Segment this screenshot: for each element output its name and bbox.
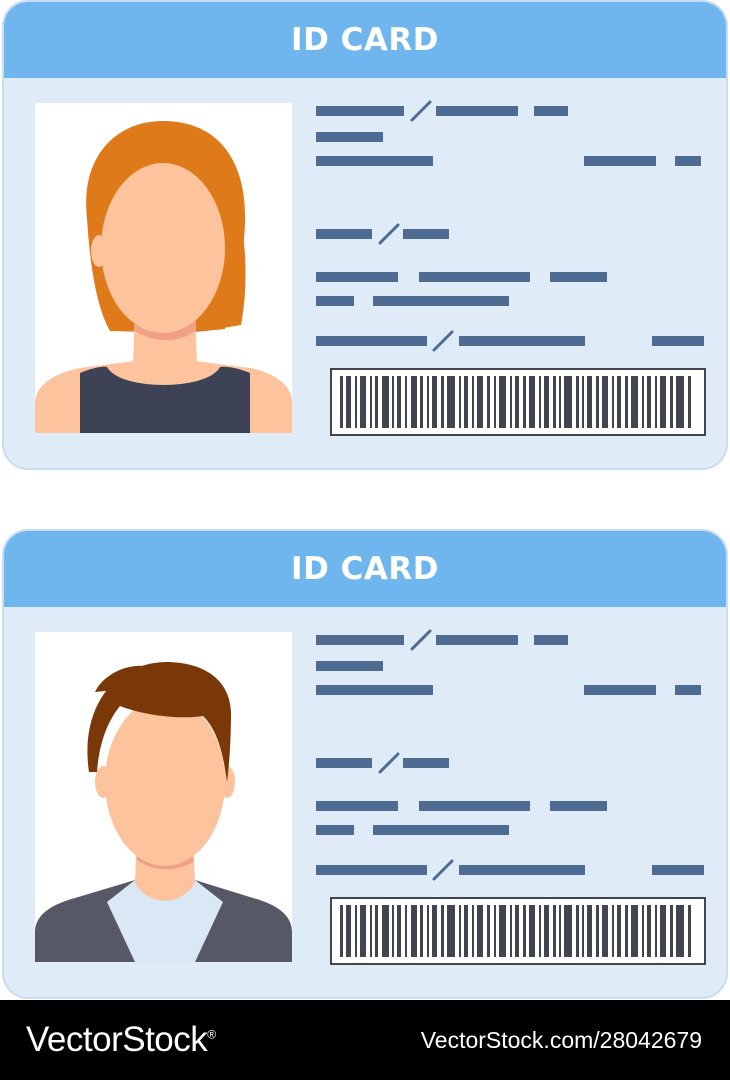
id-card-male: ID CARD xyxy=(2,529,728,999)
barcode xyxy=(330,368,706,436)
id-card-female: ID CARD xyxy=(2,0,728,470)
registered-mark: ® xyxy=(207,1027,216,1042)
brand-name: VectorStock xyxy=(26,1020,208,1059)
stock-id: VectorStock.com/28042679 xyxy=(420,1027,702,1053)
barcode xyxy=(330,897,706,965)
brand-logo: VectorStock® xyxy=(26,1020,216,1060)
watermark-footer: VectorStock® VectorStock.com/28042679 xyxy=(0,1000,730,1080)
